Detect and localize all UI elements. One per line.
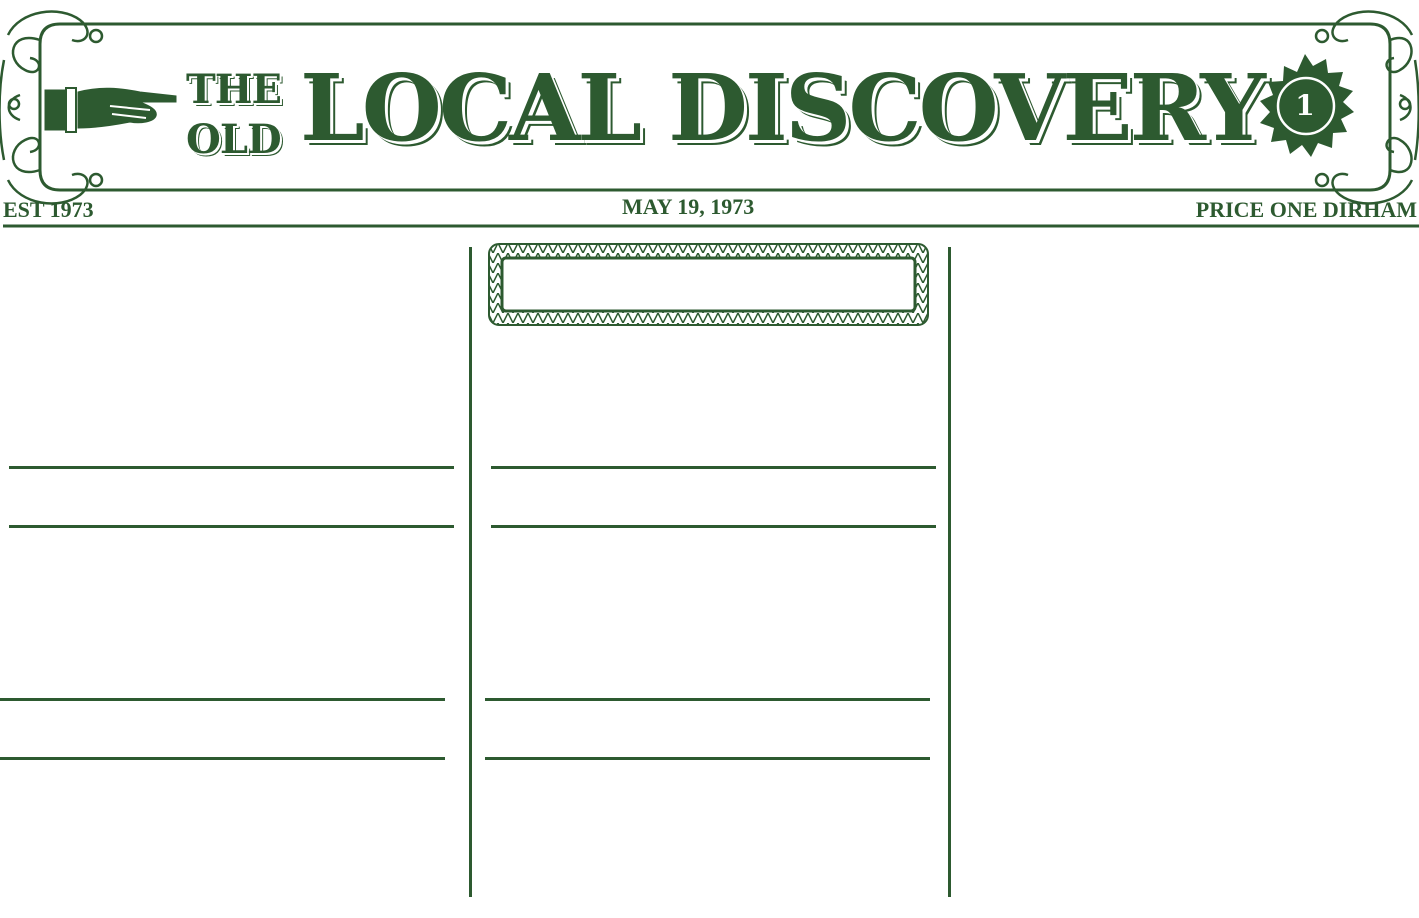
writing-line: [485, 757, 930, 760]
established-date: EST 1973: [3, 197, 94, 222]
writing-line: [9, 525, 454, 528]
title-old: OLD: [186, 116, 282, 163]
pointing-hand-icon: [44, 87, 177, 133]
writing-line: [491, 525, 936, 528]
masthead-title: LOCAL DISCOVERY: [300, 54, 1266, 162]
column-divider-left: [469, 247, 472, 897]
price-badge-text: 1: [1295, 89, 1315, 122]
column-divider-right: [948, 247, 951, 897]
writing-line: [491, 466, 936, 469]
writing-line: [485, 698, 930, 701]
issue-price: PRICE ONE DIRHAM: [1195, 197, 1417, 222]
writing-line: [9, 466, 454, 469]
title-the: THE: [186, 66, 282, 113]
headline-frame: [488, 243, 929, 326]
writing-line: [0, 698, 445, 701]
issue-date: MAY 19, 1973: [622, 194, 755, 219]
writing-line: [0, 757, 445, 760]
